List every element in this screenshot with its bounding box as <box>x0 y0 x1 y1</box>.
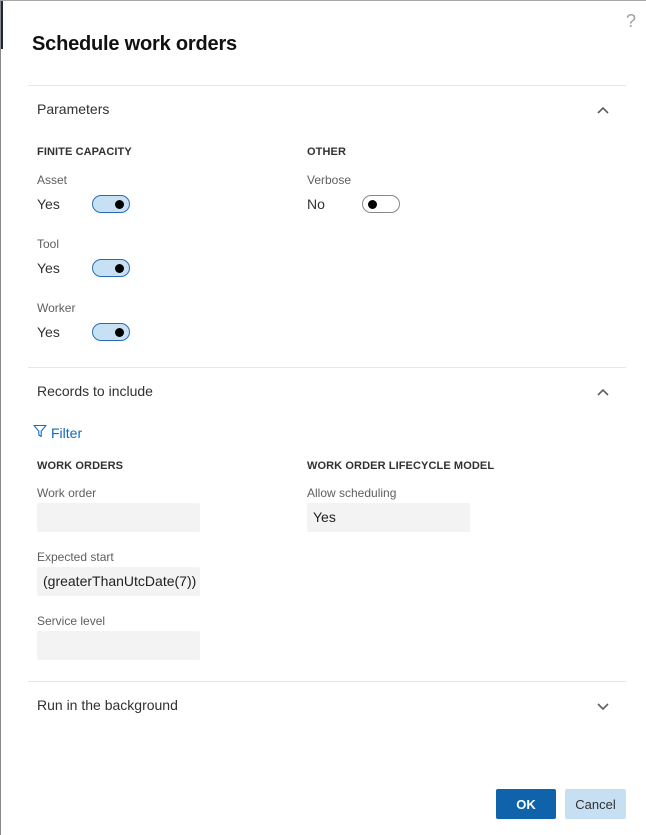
group-title-lifecycle-model: WORK ORDER LIFECYCLE MODEL <box>307 460 495 472</box>
filter-icon <box>33 424 47 441</box>
toggle-knob <box>115 200 124 209</box>
field-label-work-order: Work order <box>37 486 97 500</box>
toggle-value-asset: Yes <box>37 196 60 212</box>
tool-toggle[interactable] <box>92 259 130 277</box>
toggle-knob <box>368 200 377 209</box>
verbose-toggle[interactable] <box>362 195 400 213</box>
chevron-up-icon[interactable] <box>596 103 610 117</box>
dialog-title: Schedule work orders <box>32 33 237 55</box>
allow-scheduling-input[interactable]: Yes <box>307 503 470 532</box>
service-level-input[interactable] <box>37 631 200 660</box>
worker-toggle[interactable] <box>92 323 130 341</box>
divider <box>28 367 626 368</box>
divider <box>28 85 626 86</box>
section-header-records[interactable]: Records to include <box>37 383 617 399</box>
chevron-down-icon[interactable] <box>596 699 610 713</box>
section-header-background[interactable]: Run in the background <box>37 697 617 713</box>
toggle-knob <box>115 328 124 337</box>
work-order-input[interactable] <box>37 503 200 532</box>
toggle-knob <box>115 264 124 273</box>
field-label-verbose: Verbose <box>307 173 352 187</box>
field-label-allow-scheduling: Allow scheduling <box>307 486 397 500</box>
divider <box>28 681 626 682</box>
ok-button[interactable]: OK <box>496 789 556 819</box>
window-edge <box>1 1 3 49</box>
group-title-finite-capacity: FINITE CAPACITY <box>37 146 132 158</box>
section-header-parameters[interactable]: Parameters <box>37 101 617 117</box>
filter-label: Filter <box>51 424 83 441</box>
field-label-expected-start: Expected start <box>37 550 114 564</box>
expected-start-input[interactable]: (greaterThanUtcDate(7)) <box>37 567 200 596</box>
field-label-asset: Asset <box>37 173 68 187</box>
toggle-value-tool: Yes <box>37 260 60 276</box>
asset-toggle[interactable] <box>92 195 130 213</box>
field-label-worker: Worker <box>37 301 76 315</box>
help-icon[interactable]: ? <box>626 11 636 32</box>
field-label-tool: Tool <box>37 237 60 251</box>
chevron-up-icon[interactable] <box>596 385 610 399</box>
group-title-other: OTHER <box>307 146 346 158</box>
toggle-value-verbose: No <box>307 196 325 212</box>
cancel-button[interactable]: Cancel <box>565 789 626 819</box>
field-label-service-level: Service level <box>37 614 106 628</box>
schedule-work-orders-dialog: ? Schedule work orders Parameters FINITE… <box>0 0 646 835</box>
filter-link[interactable]: Filter <box>33 424 82 441</box>
toggle-value-worker: Yes <box>37 324 60 340</box>
group-title-work-orders: WORK ORDERS <box>37 460 124 472</box>
